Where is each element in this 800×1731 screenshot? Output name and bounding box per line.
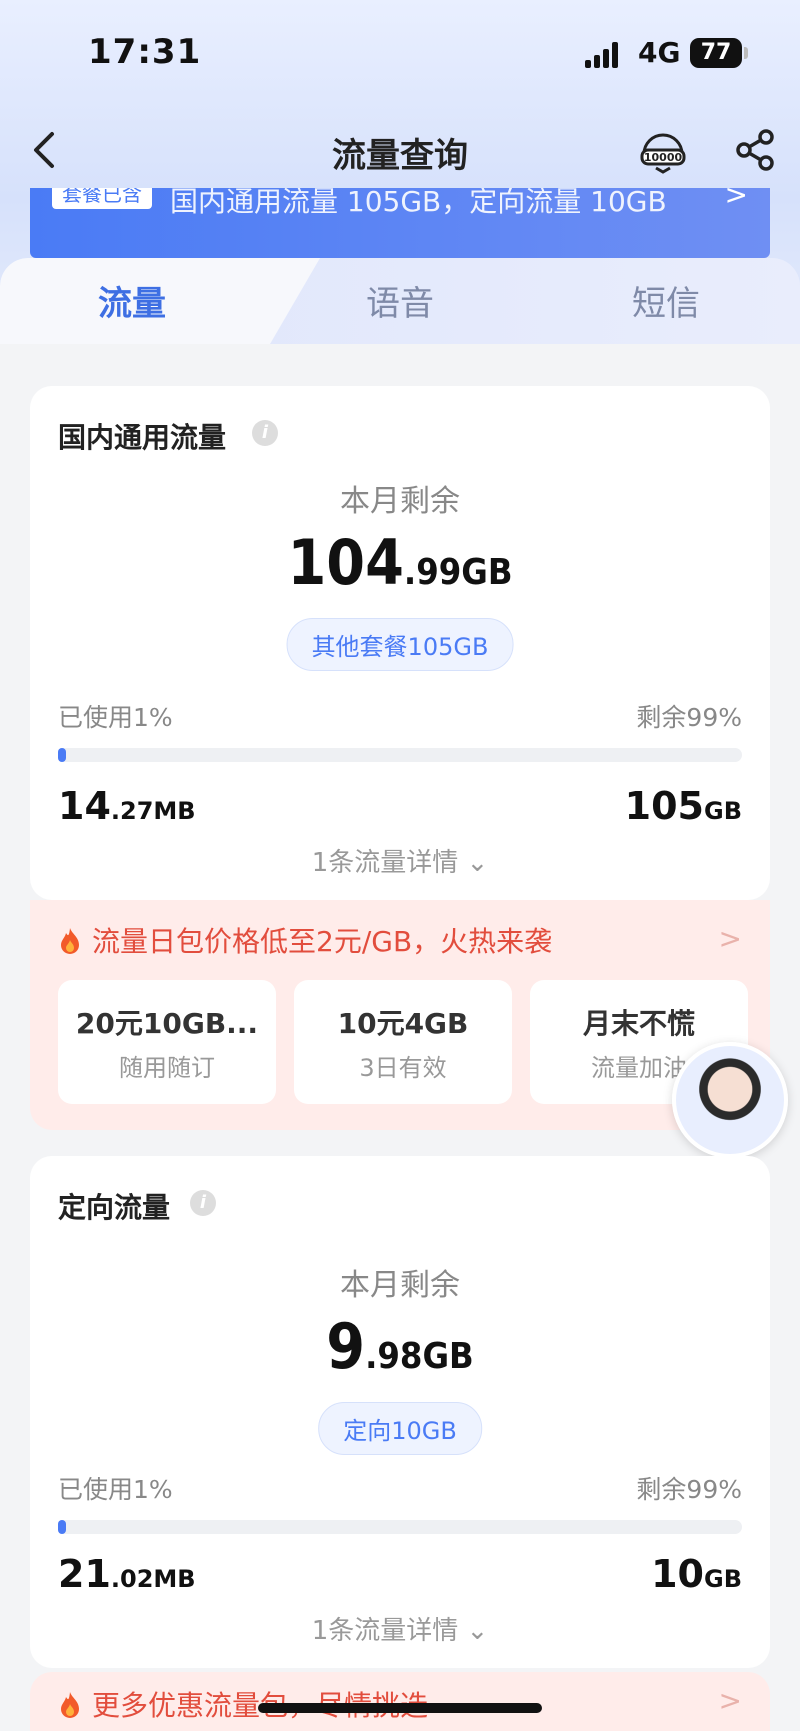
- remain-int: 9: [326, 1310, 366, 1383]
- package-banner[interactable]: 套餐已含 国内通用流量 105GB，定向流量 10GB >: [30, 188, 770, 258]
- remaining-percent-label: 剩余99%: [636, 1475, 742, 1504]
- used-amount-unit: .27MB: [110, 797, 196, 825]
- tab-voice[interactable]: 语音: [300, 276, 500, 325]
- signal-icon: [585, 40, 625, 68]
- tab-data[interactable]: 流量: [32, 276, 232, 325]
- banner-text: 国内通用流量 105GB，定向流量 10GB: [170, 188, 667, 218]
- info-icon[interactable]: i: [252, 420, 278, 446]
- data-detail-link[interactable]: 1条流量详情 ⌄: [30, 842, 770, 879]
- network-type: 4G: [638, 36, 681, 69]
- used-amount: 14.27MB: [58, 784, 196, 828]
- package-pill: 定向10GB: [318, 1402, 482, 1455]
- tab-bar: 流量 语音 短信: [0, 258, 800, 344]
- customer-service-avatar[interactable]: [672, 1042, 788, 1158]
- fire-icon: [61, 928, 79, 954]
- total-amount: 10GB: [651, 1552, 742, 1596]
- total-amount: 105GB: [625, 784, 742, 828]
- directed-data-card: 定向流量 i 本月剩余 9.98GB 定向10GB 已使用1% 剩余99% 21…: [30, 1156, 770, 1668]
- info-icon[interactable]: i: [190, 1190, 216, 1216]
- promo-item-sub: 3日有效: [359, 1054, 447, 1082]
- home-indicator: [258, 1703, 542, 1713]
- battery-tip: [744, 47, 748, 59]
- remaining-percent-label: 剩余99%: [636, 703, 742, 732]
- status-time: 17:31: [88, 32, 202, 72]
- svg-text:10000: 10000: [644, 151, 683, 164]
- usage-progress-fill: [58, 748, 66, 762]
- card-title: 定向流量: [58, 1191, 171, 1224]
- share-icon[interactable]: [734, 128, 778, 172]
- data-detail-link[interactable]: 1条流量详情 ⌄: [30, 1610, 770, 1647]
- used-percent-label: 已使用1%: [58, 703, 173, 732]
- total-amount-unit: GB: [704, 797, 742, 825]
- remain-label: 本月剩余: [340, 1268, 460, 1303]
- total-amount-unit: GB: [704, 1565, 742, 1593]
- used-amount-unit: .02MB: [110, 1565, 196, 1593]
- remain-decimal: .98GB: [365, 1336, 474, 1377]
- customer-hotline-icon[interactable]: 10000: [638, 126, 688, 176]
- used-amount-int: 14: [58, 784, 111, 828]
- promo-item-title: 20元10GB...: [75, 1007, 259, 1040]
- package-pill: 其他套餐105GB: [286, 618, 514, 671]
- remain-decimal: .99GB: [403, 552, 513, 593]
- fire-icon: [61, 1692, 79, 1718]
- more-promo-section[interactable]: 更多优惠流量包，尽情挑选 >: [30, 1672, 770, 1731]
- card-title: 国内通用流量: [58, 421, 227, 454]
- promo-item-1[interactable]: 20元10GB... 随用随订: [58, 980, 276, 1104]
- used-amount-int: 21: [58, 1552, 111, 1596]
- used-percent-label: 已使用1%: [58, 1475, 173, 1504]
- promo-item-title: 10元4GB: [337, 1007, 469, 1040]
- used-amount: 21.02MB: [58, 1552, 196, 1596]
- status-bar: 17:31 4G 77: [0, 0, 800, 100]
- remain-value: 104.99GB: [30, 526, 770, 599]
- domestic-data-card: 国内通用流量 i 本月剩余 104.99GB 其他套餐105GB 已使用1% 剩…: [30, 386, 770, 900]
- remain-int: 104: [287, 526, 404, 599]
- total-amount-num: 10: [651, 1552, 704, 1596]
- remain-value: 9.98GB: [30, 1310, 770, 1383]
- remain-label: 本月剩余: [340, 484, 460, 519]
- banner-arrow-icon: >: [724, 188, 748, 211]
- usage-progress-fill: [58, 1520, 66, 1534]
- usage-progress-bar: [58, 1520, 742, 1534]
- promo-arrow-icon[interactable]: >: [719, 922, 742, 955]
- promo-header-text: 流量日包价格低至2元/GB，火热来袭: [92, 925, 553, 958]
- more-promo-arrow-icon[interactable]: >: [719, 1684, 742, 1717]
- tab-sms[interactable]: 短信: [566, 276, 766, 325]
- battery-icon: 77: [690, 38, 742, 68]
- usage-progress-bar: [58, 748, 742, 762]
- navigation-bar: 流量查询 10000: [0, 110, 800, 190]
- promo-item-title: 月末不慌: [582, 1007, 695, 1040]
- promo-section: 流量日包价格低至2元/GB，火热来袭 > 20元10GB... 随用随订 10元…: [30, 900, 770, 1130]
- banner-tag: 套餐已含: [52, 188, 152, 209]
- total-amount-num: 105: [624, 784, 704, 828]
- promo-item-2[interactable]: 10元4GB 3日有效: [294, 980, 512, 1104]
- promo-header[interactable]: 流量日包价格低至2元/GB，火热来袭: [58, 920, 552, 960]
- promo-item-sub: 随用随订: [119, 1054, 215, 1082]
